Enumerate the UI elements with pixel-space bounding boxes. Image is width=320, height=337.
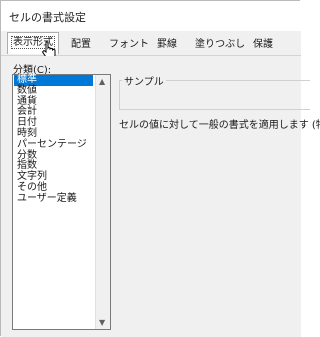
number-format-panel: 分類(C): 標準 数値 通貨 会計 日付 時刻 パーセンテージ 分数 指数 文… bbox=[1, 56, 320, 337]
format-cells-dialog: セルの書式設定 表示形式 配置 フォント 罫線 塗りつぶし 保護 分類(C): … bbox=[0, 0, 320, 337]
scroll-up-icon[interactable]: ▲ bbox=[99, 77, 105, 86]
sample-group: サンプル bbox=[119, 73, 310, 110]
sample-label: サンプル bbox=[122, 73, 166, 88]
tab-font[interactable]: フォント bbox=[109, 35, 149, 50]
category-item-number[interactable]: 数値 bbox=[14, 85, 93, 97]
category-scrollbar[interactable]: ▲ ▼ bbox=[95, 75, 110, 329]
category-item-custom[interactable]: ユーザー定義 bbox=[14, 193, 93, 205]
category-item-percentage[interactable]: パーセンテージ bbox=[14, 139, 93, 151]
tab-fill[interactable]: 塗りつぶし bbox=[195, 35, 245, 50]
tab-alignment[interactable]: 配置 bbox=[71, 35, 91, 50]
format-description: セルの値に対して一般の書式を適用します (特定 bbox=[119, 120, 320, 131]
tab-protection[interactable]: 保護 bbox=[253, 35, 273, 50]
dialog-title: セルの書式設定 bbox=[9, 11, 86, 24]
scroll-down-icon[interactable]: ▼ bbox=[99, 318, 105, 327]
title-bar: セルの書式設定 bbox=[1, 1, 301, 31]
category-listbox[interactable]: 標準 数値 通貨 会計 日付 時刻 パーセンテージ 分数 指数 文字列 その他 … bbox=[12, 74, 111, 330]
tab-border[interactable]: 罫線 bbox=[157, 35, 177, 50]
